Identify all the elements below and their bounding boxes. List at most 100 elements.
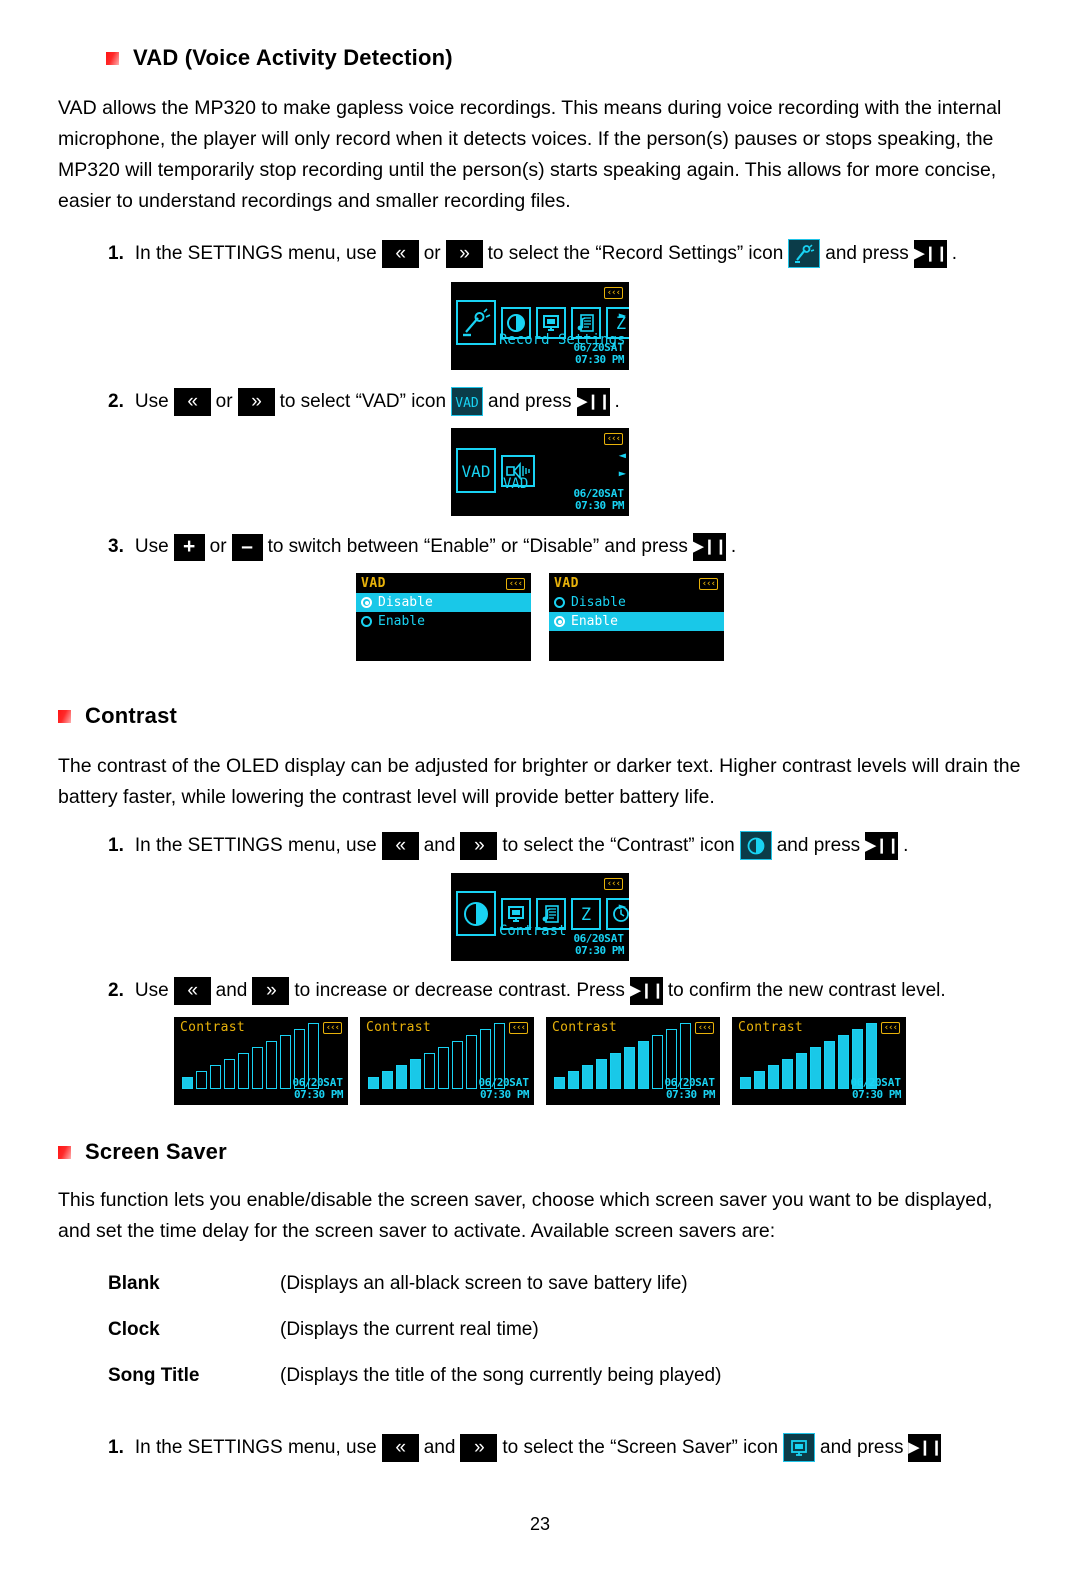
step-text: to select “VAD” icon	[279, 390, 447, 412]
definition-term: Song Title	[108, 1365, 200, 1386]
step-vad-3: 3. Use + or – to switch between “Enable”…	[108, 533, 1022, 561]
next-key-icon[interactable]: »	[237, 387, 275, 416]
red-square-bullet-icon	[58, 1145, 71, 1159]
screenshot-row-record-settings: ‹‹‹ Z ► Record Settings 06/20SAT 07:30 P…	[58, 282, 1022, 370]
contrast-bar	[568, 1071, 579, 1089]
step-number: 1.	[108, 1436, 124, 1458]
definition-description: (Displays the current real time)	[280, 1319, 539, 1340]
oled-screen-contrast-menu: ‹‹‹ Z ► Contrast 06/20SAT 07:30 PM	[451, 873, 629, 961]
contrast-icon[interactable]	[739, 831, 772, 860]
definition-term: Blank	[108, 1273, 160, 1294]
play-pause-key-icon[interactable]: ▶❙❙	[913, 239, 948, 268]
menu-label: VAD	[503, 476, 529, 492]
record-settings-icon[interactable]	[456, 300, 496, 345]
step-vad-2: 2. Use « or » to select “VAD” icon VAD a…	[108, 387, 1022, 416]
definition-row-song-title: Song Title (Displays the title of the so…	[108, 1363, 1022, 1389]
play-pause-key-icon[interactable]: ▶❙❙	[576, 387, 611, 416]
step-number: 2.	[108, 390, 124, 412]
option-row-disable[interactable]: Disable	[356, 593, 531, 612]
svg-text:VAD: VAD	[455, 396, 479, 411]
next-key-icon[interactable]: »	[445, 239, 483, 268]
option-row-disable[interactable]: Disable	[549, 593, 724, 612]
next-key-icon[interactable]: »	[252, 977, 290, 1005]
screen-title: VAD	[361, 576, 386, 591]
option-row-enable[interactable]: Enable	[356, 612, 531, 631]
play-pause-key-icon[interactable]: ▶❙❙	[865, 831, 900, 860]
heading-text-vad: VAD (Voice Activity Detection)	[133, 45, 453, 70]
contrast-bar	[754, 1071, 765, 1089]
prev-key-icon[interactable]: «	[173, 977, 211, 1005]
screenshot-row-contrast-levels: ‹‹‹ Contrast 06/20SAT 07:30 PM ‹‹‹ Contr…	[58, 1017, 1022, 1105]
step-contrast-1: 1. In the SETTINGS menu, use « and » to …	[108, 831, 1022, 860]
svg-text:Z: Z	[581, 905, 591, 924]
next-key-icon[interactable]: »	[460, 1433, 498, 1462]
vad-icon[interactable]: VAD	[451, 387, 484, 416]
step-text: Use	[134, 980, 169, 1001]
status-time: 07:30 PM	[666, 1088, 715, 1101]
step-screen-saver-1: 1. In the SETTINGS menu, use « and » to …	[108, 1433, 1022, 1462]
step-text: or	[423, 242, 441, 264]
contrast-icon[interactable]	[456, 891, 496, 936]
option-label: Disable	[378, 595, 433, 610]
contrast-bar	[554, 1077, 565, 1089]
option-label: Enable	[378, 614, 425, 629]
prev-key-icon[interactable]: «	[381, 239, 419, 268]
step-text: and press	[776, 834, 861, 856]
radio-unselected-icon	[554, 597, 565, 608]
section-heading-screen-saver: Screen Saver	[58, 1139, 1022, 1165]
contrast-bar	[424, 1053, 435, 1089]
contrast-bar	[610, 1053, 621, 1089]
plus-key-icon[interactable]: +	[173, 533, 205, 561]
oled-screen-vad-disable: ‹‹‹ VAD Disable Enable	[356, 573, 531, 661]
oled-screen-record-settings: ‹‹‹ Z ► Record Settings 06/20SAT 07:30 P…	[451, 282, 629, 370]
prev-key-icon[interactable]: «	[381, 1433, 419, 1462]
menu-label: Contrast	[499, 923, 567, 939]
back-chip-icon: ‹‹‹	[603, 878, 623, 890]
option-label: Disable	[571, 595, 626, 610]
next-key-icon[interactable]: »	[460, 831, 498, 860]
contrast-bar	[782, 1059, 793, 1089]
prev-key-icon[interactable]: «	[381, 831, 419, 860]
paragraph-screen-saver: This function lets you enable/disable th…	[58, 1189, 993, 1242]
definition-row-clock: Clock (Displays the current real time)	[108, 1317, 1022, 1343]
step-text: to select the “Contrast” icon	[502, 834, 735, 856]
play-pause-key-icon[interactable]: ▶❙❙	[693, 533, 727, 561]
next-arrow-icon: ►	[618, 308, 626, 322]
definition-description: (Displays an all-black screen to save ba…	[280, 1273, 688, 1294]
vad-icon[interactable]: VAD	[456, 448, 496, 493]
paragraph-contrast: The contrast of the OLED display can be …	[58, 755, 1021, 808]
heading-text-screen-saver: Screen Saver	[85, 1139, 227, 1164]
sleep-timer-icon[interactable]: Z	[571, 897, 601, 930]
record-settings-icon[interactable]	[788, 239, 821, 268]
contrast-bar	[182, 1077, 193, 1089]
screen-saver-icon[interactable]	[783, 1433, 816, 1462]
step-vad-1: 1. In the SETTINGS menu, use « or » to s…	[108, 239, 1022, 268]
contrast-bar	[838, 1035, 849, 1089]
back-chip-icon: ‹‹‹	[505, 578, 525, 590]
contrast-bar	[740, 1077, 751, 1089]
play-pause-key-icon[interactable]: ▶❙❙	[630, 977, 664, 1005]
red-square-bullet-icon	[58, 709, 71, 723]
radio-selected-icon	[554, 616, 565, 627]
definition-description: (Displays the title of the song currentl…	[280, 1365, 722, 1386]
contrast-bar	[452, 1041, 463, 1089]
back-chip-icon: ‹‹‹	[698, 578, 718, 590]
play-pause-key-icon[interactable]: ▶❙❙	[908, 1433, 943, 1462]
contrast-bar	[368, 1077, 379, 1089]
step-text: and press	[488, 390, 572, 412]
step-text: to switch between “Enable” or “Disable” …	[267, 536, 688, 557]
radio-unselected-icon	[361, 616, 372, 627]
step-text: Use	[134, 536, 169, 557]
status-time: 07:30 PM	[294, 1088, 343, 1101]
status-time: 07:30 PM	[480, 1088, 529, 1101]
oled-screen-contrast-level-2: ‹‹‹ Contrast 06/20SAT 07:30 PM	[360, 1017, 534, 1105]
prev-key-icon[interactable]: «	[173, 387, 211, 416]
contrast-bar	[280, 1035, 291, 1089]
minus-key-icon[interactable]: –	[231, 533, 263, 561]
option-row-enable[interactable]: Enable	[549, 612, 724, 631]
back-chip-icon: ‹‹‹	[508, 1022, 528, 1034]
step-text: .	[951, 242, 958, 264]
contrast-bar	[796, 1053, 807, 1089]
oled-screen-contrast-level-4: ‹‹‹ Contrast 06/20SAT 07:30 PM	[732, 1017, 906, 1105]
next-arrow-icon: ►	[618, 899, 626, 913]
